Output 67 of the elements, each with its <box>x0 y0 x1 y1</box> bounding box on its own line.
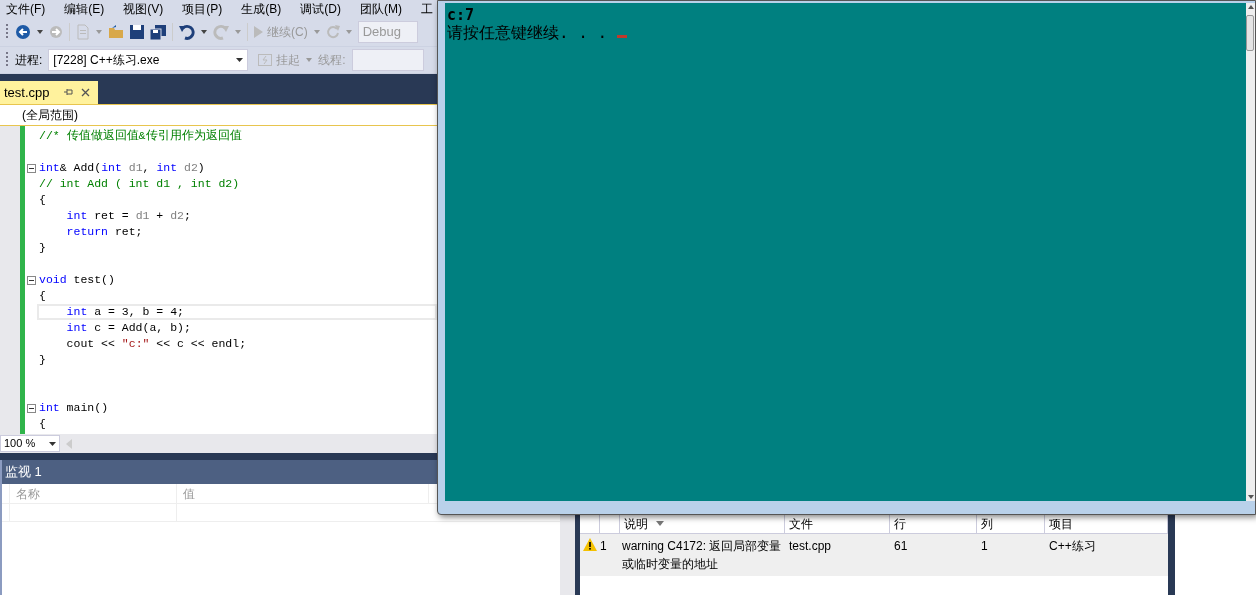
process-label: 进程: <box>15 52 43 69</box>
undo-icon[interactable] <box>179 24 195 40</box>
editor-tab[interactable]: test.cpp <box>0 81 98 104</box>
console-text: 请按任意键继续. . . <box>447 24 608 41</box>
save-all-icon[interactable] <box>150 24 166 40</box>
scope-dropdown[interactable]: (全局范围) <box>0 104 437 126</box>
scroll-up-icon[interactable] <box>1247 5 1254 9</box>
forward-icon[interactable] <box>49 25 63 39</box>
error-description: warning C4172: 返回局部变量或临时变量的地址 <box>622 539 782 571</box>
menu-item[interactable]: 视图(V) <box>123 0 164 18</box>
code-line: // int Add ( int d1 , int d2) <box>39 176 240 193</box>
grip-icon[interactable] <box>6 51 9 69</box>
code-line: { <box>39 192 46 209</box>
table-cell: 61 <box>894 539 908 553</box>
code-line: int& Add(int d1, int d2) <box>39 160 205 177</box>
table-cell: C++练习 <box>1049 539 1096 553</box>
menu-item[interactable]: 团队(M) <box>360 0 402 18</box>
code-line: int c = Add(a, b); <box>65 320 191 337</box>
sort-caret-icon[interactable] <box>656 521 664 526</box>
caret-icon[interactable] <box>37 30 43 34</box>
back-icon[interactable] <box>15 24 31 40</box>
collapse-icon[interactable] <box>26 275 36 285</box>
cursor-mark <box>617 35 628 38</box>
play-icon <box>254 26 263 38</box>
thread-label: 线程: <box>318 52 346 69</box>
table-cell: 1 <box>981 539 988 553</box>
code-line: void test() <box>39 272 115 289</box>
code-line: return ret; <box>65 224 143 241</box>
code-line: } <box>39 352 46 369</box>
code-line: cout << "c:" << c << endl; <box>65 336 247 353</box>
save-icon[interactable] <box>130 25 144 39</box>
collapse-icon[interactable] <box>26 163 36 173</box>
menu-item[interactable]: 文件(F) <box>6 0 46 18</box>
pin-icon[interactable] <box>63 88 73 97</box>
code-line: int ret = d1 + d2; <box>65 208 191 225</box>
close-icon[interactable] <box>80 88 90 97</box>
menu-item[interactable]: 项目(P) <box>182 0 223 18</box>
caret-icon <box>49 441 56 446</box>
restart-icon[interactable] <box>325 25 340 39</box>
suspend-icon <box>258 54 273 66</box>
warning-icon <box>583 538 597 551</box>
table-cell: test.cpp <box>789 539 832 553</box>
code-line: } <box>39 240 46 257</box>
caret-icon[interactable] <box>201 30 207 34</box>
code-line: int main() <box>39 400 109 417</box>
code-line: { <box>39 288 46 305</box>
row-number: 1 <box>600 539 607 553</box>
scrollbar[interactable] <box>560 516 575 595</box>
error-row[interactable]: 1 warning C4172: 返回局部变量或临时变量的地址 test.cpp 61 1 C++练习 <box>580 534 1168 576</box>
scrollbar[interactable] <box>1246 3 1255 501</box>
scroll-thumb[interactable] <box>1246 15 1254 51</box>
zoom-dropdown[interactable]: 100 % <box>0 435 60 452</box>
menu-item[interactable]: 编辑(E) <box>64 0 105 18</box>
menu-item[interactable]: 调试(D) <box>300 0 341 18</box>
menu-item[interactable]: 工 <box>421 0 433 18</box>
panel-title: 监视 1 <box>4 463 43 482</box>
console-text: c:7 <box>447 7 475 24</box>
caret-icon <box>236 58 244 62</box>
code-line: int a = 3, b = 4; <box>65 304 184 321</box>
open-folder-icon[interactable] <box>108 25 124 39</box>
code-line: { <box>39 416 46 433</box>
scroll-down-icon[interactable] <box>1247 495 1254 499</box>
menu-item[interactable]: 生成(B) <box>241 0 282 18</box>
collapse-icon[interactable] <box>26 403 36 413</box>
process-dropdown[interactable]: [7228] C++练习.exe <box>48 49 249 71</box>
grip-icon[interactable] <box>6 23 9 41</box>
code-line: //* 传值做返回值&传引用作为返回值 <box>39 128 242 145</box>
